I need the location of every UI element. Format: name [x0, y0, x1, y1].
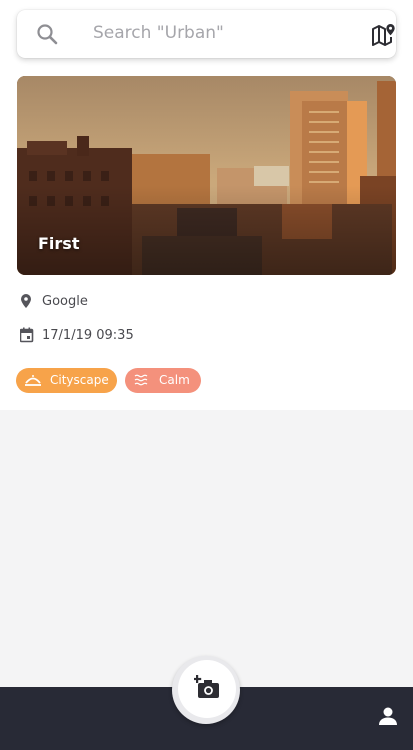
search-bar[interactable]: Search "Urban": [17, 10, 396, 58]
content-panel: Search "Urban" First Google 17/1/19 09:3…: [0, 0, 413, 410]
tag-calm[interactable]: Calm: [125, 368, 201, 393]
add-photo-button[interactable]: [178, 660, 236, 718]
search-icon: [37, 24, 58, 45]
location-row: Google: [20, 293, 220, 311]
map-pin-icon[interactable]: [371, 22, 397, 48]
add-photo-icon: [194, 675, 219, 698]
tag-label: Calm: [159, 373, 190, 387]
card-title: First: [38, 234, 80, 253]
calendar-icon: [20, 327, 34, 343]
location-pin-icon: [21, 294, 31, 308]
person-icon[interactable]: [376, 704, 400, 728]
date-text: 17/1/19 09:35: [42, 328, 134, 343]
location-text: Google: [42, 294, 88, 309]
photo-card[interactable]: First: [17, 76, 396, 275]
tag-label: Cityscape: [50, 373, 109, 387]
horizon-icon: [25, 375, 41, 386]
date-row: 17/1/19 09:35: [20, 327, 220, 345]
waves-icon: [134, 374, 148, 386]
tag-cityscape[interactable]: Cityscape: [16, 368, 117, 393]
search-input[interactable]: Search "Urban": [93, 23, 224, 43]
